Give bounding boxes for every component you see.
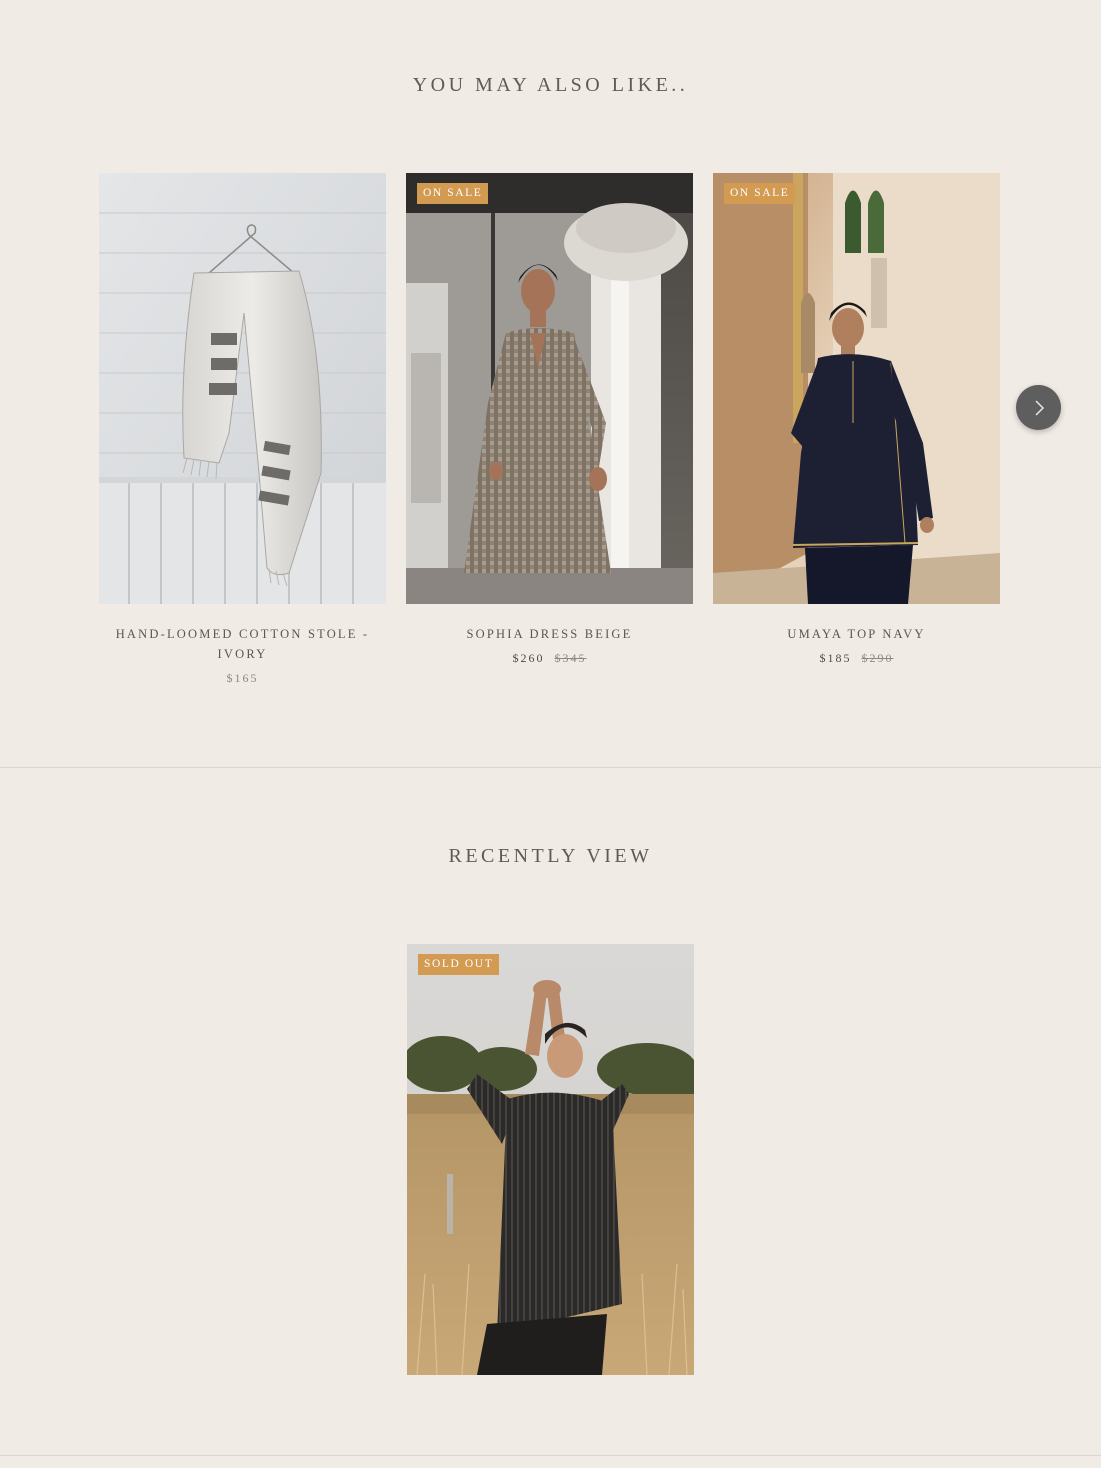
product-card[interactable]: ON SALE UMAYA TOP NAVY $185 $290 bbox=[713, 173, 1000, 668]
product-name[interactable]: UMAYA TOP NAVY bbox=[713, 624, 1000, 644]
product-original-price: $345 bbox=[554, 651, 587, 665]
product-card[interactable]: ON SALE SOPHIA DRESS BEIGE $260 $345 bbox=[406, 173, 693, 668]
product-price-row: $260 $345 bbox=[406, 648, 693, 668]
chevron-right-icon bbox=[1034, 399, 1044, 416]
product-image[interactable]: ON SALE bbox=[406, 173, 693, 604]
product-sale-price: $185 bbox=[819, 651, 852, 665]
product-name[interactable]: HAND-LOOMED COTTON STOLE - IVORY bbox=[99, 624, 386, 664]
product-card[interactable]: HAND-LOOMED COTTON STOLE - IVORY $165 bbox=[99, 173, 386, 688]
product-image[interactable] bbox=[99, 173, 386, 604]
product-name[interactable]: SOPHIA DRESS BEIGE bbox=[406, 624, 693, 644]
product-original-price: $290 bbox=[861, 651, 894, 665]
product-price-row: $185 $290 bbox=[713, 648, 1000, 668]
sold-out-badge: SOLD OUT bbox=[418, 954, 500, 975]
recently-viewed-title: RECENTLY VIEW bbox=[448, 845, 653, 867]
carousel-next-button[interactable] bbox=[1016, 385, 1061, 430]
sale-badge: ON SALE bbox=[417, 183, 489, 204]
also-like-title: YOU MAY ALSO LIKE.. bbox=[412, 74, 689, 96]
section-divider bbox=[0, 767, 1101, 768]
sale-badge: ON SALE bbox=[724, 183, 796, 204]
section-divider bbox=[0, 1455, 1101, 1456]
product-image[interactable]: SOLD OUT bbox=[407, 944, 694, 1375]
product-price-row: $165 bbox=[99, 668, 386, 688]
product-card[interactable]: SOLD OUT bbox=[407, 944, 694, 1375]
product-price: $165 bbox=[226, 671, 259, 685]
product-image[interactable]: ON SALE bbox=[713, 173, 1000, 604]
product-sale-price: $260 bbox=[512, 651, 545, 665]
